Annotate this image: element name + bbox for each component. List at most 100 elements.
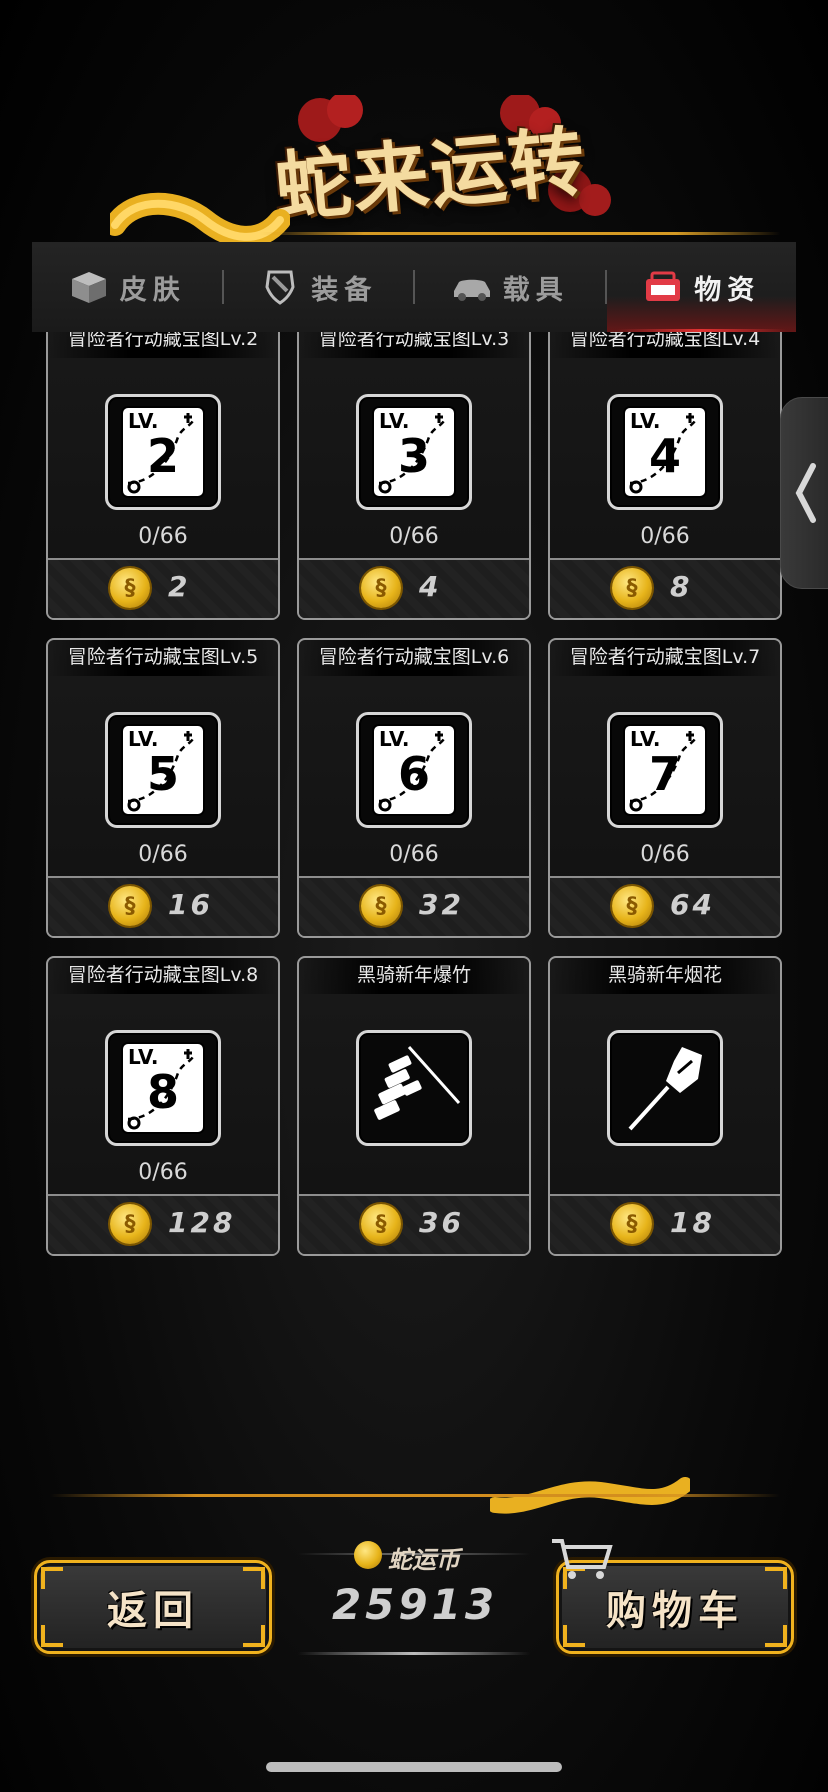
map-level-number: 7 <box>648 747 681 801</box>
shop-item-card[interactable]: 黑骑新年烟花 § 18 <box>548 956 782 1256</box>
map-level-number: 8 <box>146 1065 179 1119</box>
item-price: 36 <box>419 1206 464 1239</box>
snake-coin-icon: § <box>110 1204 150 1244</box>
corner-ornament <box>41 1567 63 1589</box>
shop-item-card[interactable]: 黑骑新年爆竹 § 36 <box>297 956 531 1256</box>
divider-line <box>260 232 780 235</box>
item-title: 冒险者行动藏宝图Lv.6 <box>299 640 529 676</box>
map-level-number: 2 <box>146 429 179 483</box>
shop-screen: 蛇来运转 皮肤 装备 载具 物资 冒险者行动藏宝图Lv.2 LV. 2 0/66… <box>0 0 828 1792</box>
currency-balance: 25913 <box>331 1580 499 1629</box>
snake-coin-icon: § <box>110 886 150 926</box>
shopping-cart-icon <box>552 1539 613 1579</box>
shop-item-card[interactable]: 冒险者行动藏宝图Lv.8 LV. 8 0/66 § 128 <box>46 956 280 1256</box>
owned-count: 0/66 <box>389 524 439 549</box>
currency-label: 蛇运币 <box>388 1546 460 1574</box>
tab-skins[interactable]: 皮肤 <box>32 242 222 332</box>
treasure-map-icon: LV. 6 <box>356 712 472 828</box>
shop-item-card[interactable]: 冒险者行动藏宝图Lv.2 LV. 2 0/66 § 2 <box>46 332 280 620</box>
owned-count: 0/66 <box>138 1160 188 1185</box>
price-row: § 128 <box>48 1194 278 1254</box>
chevron-left-icon <box>795 463 816 523</box>
price-row: § 2 <box>48 558 278 618</box>
item-price: 128 <box>168 1206 236 1239</box>
box-icon <box>71 272 106 303</box>
snake-coin-icon <box>354 1541 382 1569</box>
snake-coin-icon: § <box>612 886 652 926</box>
divider-line <box>298 1652 530 1655</box>
corner-ornament <box>243 1625 265 1647</box>
map-level-number: 6 <box>397 747 430 801</box>
price-row: § 8 <box>550 558 780 618</box>
item-title: 黑骑新年爆竹 <box>299 958 529 994</box>
map-level-number: 3 <box>397 429 430 483</box>
snake-coin-icon: § <box>361 886 401 926</box>
item-title: 冒险者行动藏宝图Lv.7 <box>550 640 780 676</box>
home-indicator <box>266 1762 562 1772</box>
snake-coin-icon: § <box>361 568 401 608</box>
item-grid: §8 §24 LV.10/66§1冒险者行动藏宝图Lv.2 LV.20/66§2… <box>32 332 796 1467</box>
back-button[interactable]: 返回 <box>34 1560 272 1654</box>
tab-vehicles[interactable]: 载具 <box>415 242 605 332</box>
owned-count: 0/66 <box>138 524 188 549</box>
item-price: 8 <box>670 570 693 603</box>
treasure-map-icon: LV. 3 <box>356 394 472 510</box>
owned-count: 0/66 <box>389 842 439 867</box>
price-row: § 32 <box>299 876 529 936</box>
map-level-number: 5 <box>146 747 179 801</box>
price-row: § 16 <box>48 876 278 936</box>
treasure-map-icon: LV. 2 <box>105 394 221 510</box>
owned-count: 0/66 <box>640 842 690 867</box>
shop-item-card[interactable]: 冒险者行动藏宝图Lv.6 LV. 6 0/66 § 32 <box>297 638 531 938</box>
shop-item-card[interactable]: 冒险者行动藏宝图Lv.7 LV. 7 0/66 § 64 <box>548 638 782 938</box>
price-row: § 4 <box>299 558 529 618</box>
corner-ornament <box>765 1567 787 1589</box>
item-price: 2 <box>168 570 191 603</box>
item-title: 冒险者行动藏宝图Lv.4 <box>550 332 780 358</box>
snake-coin-icon: § <box>361 1204 401 1244</box>
item-title: 冒险者行动藏宝图Lv.3 <box>299 332 529 358</box>
treasure-map-icon: LV. 7 <box>607 712 723 828</box>
map-level-number: 4 <box>648 429 681 483</box>
shop-item-card[interactable]: 冒险者行动藏宝图Lv.5 LV. 5 0/66 § 16 <box>46 638 280 938</box>
tab-label: 皮肤 <box>119 274 186 306</box>
car-icon <box>453 279 490 301</box>
shop-item-card[interactable]: 冒险者行动藏宝图Lv.4 LV. 4 0/66 § 8 <box>548 332 782 620</box>
shop-item-card[interactable]: 冒险者行动藏宝图Lv.3 LV. 3 0/66 § 4 <box>297 332 531 620</box>
item-price: 18 <box>670 1206 715 1239</box>
price-row: § 36 <box>299 1194 529 1254</box>
corner-ornament <box>41 1625 63 1647</box>
item-title: 黑骑新年烟花 <box>550 958 780 994</box>
snake-coin-icon: § <box>612 1204 652 1244</box>
corner-ornament <box>765 1625 787 1647</box>
tab-supplies[interactable]: 物资 <box>606 242 796 332</box>
category-tabs: 皮肤 装备 载具 物资 <box>32 242 796 332</box>
firecracker-icon <box>356 1030 472 1146</box>
snake-coin-icon: § <box>110 568 150 608</box>
item-price: 32 <box>419 888 464 921</box>
item-price: 64 <box>670 888 715 921</box>
item-title: 冒险者行动藏宝图Lv.2 <box>48 332 278 358</box>
owned-count: 0/66 <box>640 524 690 549</box>
snake-coin-icon: § <box>612 568 652 608</box>
firework-rocket-icon <box>607 1030 723 1146</box>
treasure-map-icon: LV. 5 <box>105 712 221 828</box>
tab-label: 物资 <box>694 274 761 306</box>
owned-count: 0/66 <box>138 842 188 867</box>
tab-equipment[interactable]: 装备 <box>224 242 414 332</box>
divider-line <box>50 1494 780 1497</box>
corner-ornament <box>563 1625 585 1647</box>
item-price: 4 <box>419 570 442 603</box>
corner-ornament <box>243 1567 265 1589</box>
price-row: § 18 <box>550 1194 780 1254</box>
item-price: 16 <box>168 888 213 921</box>
price-row: § 64 <box>550 876 780 936</box>
supply-box-icon <box>646 271 681 301</box>
title-banner: 蛇来运转 <box>110 95 720 248</box>
shield-icon <box>265 270 295 305</box>
side-drawer-handle[interactable] <box>780 397 828 589</box>
treasure-map-icon: LV. 8 <box>105 1030 221 1146</box>
tab-label: 装备 <box>311 274 378 306</box>
treasure-map-icon: LV. 4 <box>607 394 723 510</box>
tab-label: 载具 <box>502 274 569 306</box>
